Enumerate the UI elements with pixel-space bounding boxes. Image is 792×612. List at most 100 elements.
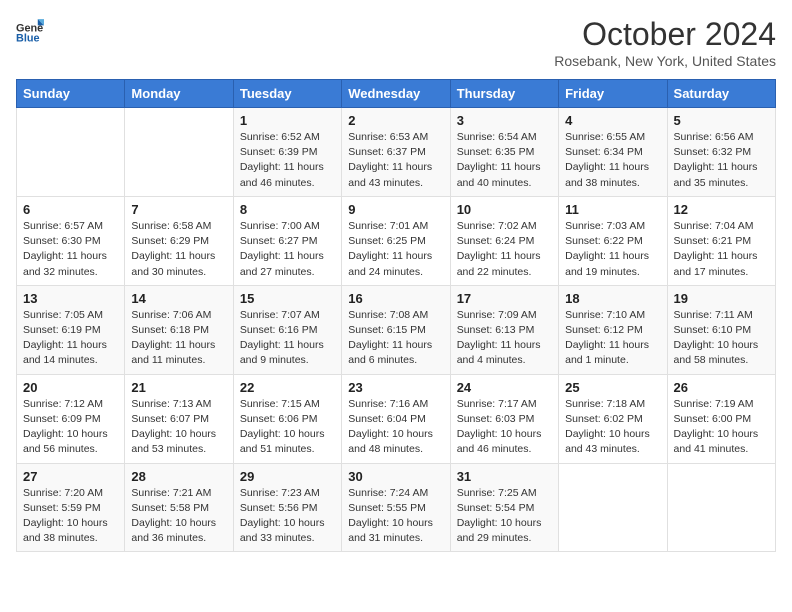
day-header-friday: Friday (559, 80, 667, 108)
day-number: 3 (457, 113, 552, 128)
calendar-cell: 19Sunrise: 7:11 AMSunset: 6:10 PMDayligh… (667, 285, 775, 374)
day-number: 31 (457, 469, 552, 484)
day-number: 9 (348, 202, 443, 217)
day-detail: Sunrise: 7:13 AMSunset: 6:07 PMDaylight:… (131, 397, 226, 458)
calendar-cell: 5Sunrise: 6:56 AMSunset: 6:32 PMDaylight… (667, 108, 775, 197)
calendar-cell: 30 Sunrise: 7:24 AMSunset: 5:55 PMDayligh… (342, 463, 450, 552)
day-number: 21 (131, 380, 226, 395)
day-number: 20 (23, 380, 118, 395)
day-detail: Sunrise: 7:15 AMSunset: 6:06 PMDaylight:… (240, 397, 335, 458)
calendar-cell: 9 Sunrise: 7:01 AMSunset: 6:25 PMDaylight… (342, 196, 450, 285)
week-row-3: 13 Sunrise: 7:05 AMSunset: 6:19 PMDayligh… (17, 285, 776, 374)
calendar-cell: 10 Sunrise: 7:02 AMSunset: 6:24 PMDayligh… (450, 196, 558, 285)
day-detail: Sunrise: 7:18 AMSunset: 6:02 PMDaylight:… (565, 397, 660, 458)
location: Rosebank, New York, United States (554, 53, 776, 69)
calendar-cell: 3 Sunrise: 6:54 AMSunset: 6:35 PMDaylight… (450, 108, 558, 197)
day-number: 6 (23, 202, 118, 217)
week-row-2: 6 Sunrise: 6:57 AMSunset: 6:30 PMDaylight… (17, 196, 776, 285)
logo-icon: General Blue (16, 16, 44, 44)
day-number: 30 (348, 469, 443, 484)
day-number: 19 (674, 291, 769, 306)
week-row-4: 20 Sunrise: 7:12 AMSunset: 6:09 PMDayligh… (17, 374, 776, 463)
day-detail: Sunrise: 7:24 AMSunset: 5:55 PMDaylight:… (348, 486, 443, 547)
day-detail: Sunrise: 7:00 AMSunset: 6:27 PMDaylight:… (240, 219, 335, 280)
day-number: 18 (565, 291, 660, 306)
calendar-cell: 14 Sunrise: 7:06 AMSunset: 6:18 PMDayligh… (125, 285, 233, 374)
title-block: October 2024 Rosebank, New York, United … (554, 16, 776, 69)
day-detail: Sunrise: 7:01 AMSunset: 6:25 PMDaylight:… (348, 219, 443, 280)
day-detail: Sunrise: 7:04 AMSunset: 6:21 PMDaylight:… (674, 219, 769, 280)
calendar-cell: 15 Sunrise: 7:07 AMSunset: 6:16 PMDayligh… (233, 285, 341, 374)
day-detail: Sunrise: 6:53 AMSunset: 6:37 PMDaylight:… (348, 130, 443, 191)
week-row-5: 27 Sunrise: 7:20 AMSunset: 5:59 PMDayligh… (17, 463, 776, 552)
day-detail: Sunrise: 6:54 AMSunset: 6:35 PMDaylight:… (457, 130, 552, 191)
page-header: General Blue October 2024 Rosebank, New … (16, 16, 776, 69)
day-detail: Sunrise: 6:52 AMSunset: 6:39 PMDaylight:… (240, 130, 335, 191)
day-detail: Sunrise: 7:20 AMSunset: 5:59 PMDaylight:… (23, 486, 118, 547)
day-number: 29 (240, 469, 335, 484)
day-detail: Sunrise: 7:03 AMSunset: 6:22 PMDaylight:… (565, 219, 660, 280)
calendar-cell: 2Sunrise: 6:53 AMSunset: 6:37 PMDaylight… (342, 108, 450, 197)
day-detail: Sunrise: 7:05 AMSunset: 6:19 PMDaylight:… (23, 308, 118, 369)
calendar-cell: 31 Sunrise: 7:25 AMSunset: 5:54 PMDayligh… (450, 463, 558, 552)
day-detail: Sunrise: 7:06 AMSunset: 6:18 PMDaylight:… (131, 308, 226, 369)
day-number: 5 (674, 113, 769, 128)
day-number: 17 (457, 291, 552, 306)
day-number: 25 (565, 380, 660, 395)
day-number: 27 (23, 469, 118, 484)
day-number: 26 (674, 380, 769, 395)
calendar-cell (559, 463, 667, 552)
day-header-monday: Monday (125, 80, 233, 108)
days-header: SundayMondayTuesdayWednesdayThursdayFrid… (17, 80, 776, 108)
calendar-cell: 8 Sunrise: 7:00 AMSunset: 6:27 PMDaylight… (233, 196, 341, 285)
calendar-cell: 23Sunrise: 7:16 AMSunset: 6:04 PMDayligh… (342, 374, 450, 463)
day-number: 8 (240, 202, 335, 217)
calendar-cell: 25 Sunrise: 7:18 AMSunset: 6:02 PMDayligh… (559, 374, 667, 463)
day-number: 11 (565, 202, 660, 217)
calendar-cell: 12 Sunrise: 7:04 AMSunset: 6:21 PMDayligh… (667, 196, 775, 285)
day-number: 24 (457, 380, 552, 395)
day-number: 14 (131, 291, 226, 306)
day-number: 10 (457, 202, 552, 217)
calendar-cell: 24 Sunrise: 7:17 AMSunset: 6:03 PMDayligh… (450, 374, 558, 463)
calendar-cell (125, 108, 233, 197)
day-detail: Sunrise: 7:08 AMSunset: 6:15 PMDaylight:… (348, 308, 443, 369)
day-number: 7 (131, 202, 226, 217)
day-number: 12 (674, 202, 769, 217)
day-detail: Sunrise: 7:10 AMSunset: 6:12 PMDaylight:… (565, 308, 660, 369)
calendar-cell (667, 463, 775, 552)
day-detail: Sunrise: 7:19 AMSunset: 6:00 PMDaylight:… (674, 397, 769, 458)
day-number: 28 (131, 469, 226, 484)
logo: General Blue (16, 16, 44, 44)
calendar-cell: 22 Sunrise: 7:15 AMSunset: 6:06 PMDayligh… (233, 374, 341, 463)
day-detail: Sunrise: 7:07 AMSunset: 6:16 PMDaylight:… (240, 308, 335, 369)
day-detail: Sunrise: 6:57 AMSunset: 6:30 PMDaylight:… (23, 219, 118, 280)
day-header-sunday: Sunday (17, 80, 125, 108)
calendar-cell: 27 Sunrise: 7:20 AMSunset: 5:59 PMDayligh… (17, 463, 125, 552)
day-header-wednesday: Wednesday (342, 80, 450, 108)
month-title: October 2024 (554, 16, 776, 53)
calendar-cell: 4Sunrise: 6:55 AMSunset: 6:34 PMDaylight… (559, 108, 667, 197)
calendar-cell: 28 Sunrise: 7:21 AMSunset: 5:58 PMDayligh… (125, 463, 233, 552)
day-detail: Sunrise: 6:55 AMSunset: 6:34 PMDaylight:… (565, 130, 660, 191)
day-detail: Sunrise: 7:12 AMSunset: 6:09 PMDaylight:… (23, 397, 118, 458)
day-number: 22 (240, 380, 335, 395)
day-detail: Sunrise: 7:09 AMSunset: 6:13 PMDaylight:… (457, 308, 552, 369)
calendar-cell: 29 Sunrise: 7:23 AMSunset: 5:56 PMDayligh… (233, 463, 341, 552)
calendar-cell: 18 Sunrise: 7:10 AMSunset: 6:12 PMDayligh… (559, 285, 667, 374)
day-detail: Sunrise: 7:21 AMSunset: 5:58 PMDaylight:… (131, 486, 226, 547)
day-detail: Sunrise: 7:17 AMSunset: 6:03 PMDaylight:… (457, 397, 552, 458)
calendar-cell: 7 Sunrise: 6:58 AMSunset: 6:29 PMDaylight… (125, 196, 233, 285)
day-number: 15 (240, 291, 335, 306)
calendar-cell: 26 Sunrise: 7:19 AMSunset: 6:00 PMDayligh… (667, 374, 775, 463)
calendar-cell: 1Sunrise: 6:52 AMSunset: 6:39 PMDaylight… (233, 108, 341, 197)
day-detail: Sunrise: 7:25 AMSunset: 5:54 PMDaylight:… (457, 486, 552, 547)
day-detail: Sunrise: 6:58 AMSunset: 6:29 PMDaylight:… (131, 219, 226, 280)
calendar-cell: 21 Sunrise: 7:13 AMSunset: 6:07 PMDayligh… (125, 374, 233, 463)
day-number: 13 (23, 291, 118, 306)
day-header-thursday: Thursday (450, 80, 558, 108)
day-detail: Sunrise: 7:23 AMSunset: 5:56 PMDaylight:… (240, 486, 335, 547)
day-number: 23 (348, 380, 443, 395)
day-detail: Sunrise: 7:02 AMSunset: 6:24 PMDaylight:… (457, 219, 552, 280)
calendar-cell: 17 Sunrise: 7:09 AMSunset: 6:13 PMDayligh… (450, 285, 558, 374)
